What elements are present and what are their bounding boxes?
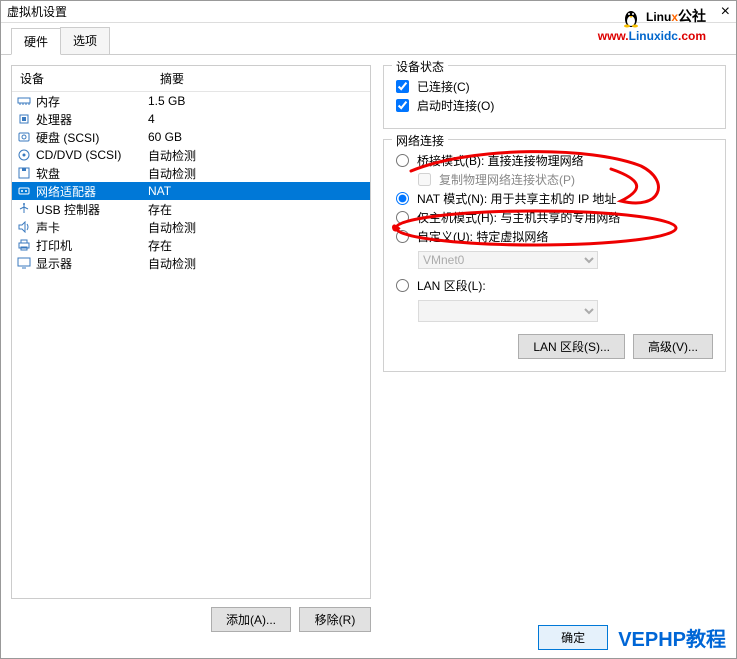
device-summary: 自动检测 [148,255,366,272]
floppy-icon [16,166,32,180]
penguin-icon [621,6,641,30]
usb-icon [16,202,32,216]
device-summary: NAT [148,184,366,198]
tab-hardware[interactable]: 硬件 [11,28,61,55]
sound-icon [16,220,32,234]
lan-radio[interactable] [396,279,409,292]
device-row[interactable]: 处理器 4 [12,110,370,128]
cpu-icon [16,112,32,126]
device-row[interactable]: CD/DVD (SCSI) 自动检测 [12,146,370,164]
device-summary: 存在 [148,237,366,254]
device-summary: 自动检测 [148,147,366,164]
connected-label: 已连接(C) [417,78,470,95]
tab-options[interactable]: 选项 [60,27,110,54]
device-name: 网络适配器 [36,183,96,200]
device-row[interactable]: 内存 1.5 GB [12,92,370,110]
add-button[interactable]: 添加(A)... [211,607,291,632]
col-device-header[interactable]: 设备 [12,66,152,91]
lan-segment-button[interactable]: LAN 区段(S)... [518,334,625,359]
custom-radio[interactable] [396,230,409,243]
vmnet-select: VMnet0 [418,251,598,269]
device-row[interactable]: 打印机 存在 [12,236,370,254]
device-summary: 存在 [148,201,366,218]
close-icon[interactable]: × [721,3,730,21]
connected-checkbox[interactable] [396,80,409,93]
network-title: 网络连接 [392,132,448,149]
device-row[interactable]: 硬盘 (SCSI) 60 GB [12,128,370,146]
replicate-label: 复制物理网络连接状态(P) [439,171,575,188]
device-row[interactable]: USB 控制器 存在 [12,200,370,218]
hostonly-radio[interactable] [396,211,409,224]
device-summary: 自动检测 [148,165,366,182]
device-row[interactable]: 网络适配器 NAT [12,182,370,200]
logo-watermark: Linux公社 www.Linuxidc.com [598,3,706,43]
device-name: CD/DVD (SCSI) [36,148,121,162]
device-name: 显示器 [36,255,72,272]
col-summary-header[interactable]: 摘要 [152,66,370,91]
list-header: 设备 摘要 [12,66,370,92]
cd-icon [16,148,32,162]
device-name: 打印机 [36,237,72,254]
device-summary: 自动检测 [148,219,366,236]
printer-icon [16,238,32,252]
lan-label: LAN 区段(L): [417,277,486,294]
advanced-button[interactable]: 高级(V)... [633,334,713,359]
device-name: 硬盘 (SCSI) [36,129,99,146]
device-row[interactable]: 声卡 自动检测 [12,218,370,236]
net-icon [16,184,32,198]
device-name: USB 控制器 [36,201,100,218]
nat-label: NAT 模式(N): 用于共享主机的 IP 地址 [417,190,616,207]
network-connection-group: 网络连接 桥接模式(B): 直接连接物理网络 复制物理网络连接状态(P) NAT… [383,139,726,372]
device-summary: 1.5 GB [148,94,366,108]
disk-icon [16,130,32,144]
window-title: 虚拟机设置 [7,3,67,20]
ok-button[interactable]: 确定 [538,625,608,650]
bridged-radio[interactable] [396,154,409,167]
device-name: 内存 [36,93,60,110]
connect-on-start-label: 启动时连接(O) [417,97,494,114]
memory-icon [16,94,32,108]
device-summary: 4 [148,112,366,126]
device-name: 软盘 [36,165,60,182]
display-icon [16,256,32,270]
hostonly-label: 仅主机模式(H): 与主机共享的专用网络 [417,209,620,226]
device-name: 处理器 [36,111,72,128]
device-summary: 60 GB [148,130,366,144]
device-name: 声卡 [36,219,60,236]
device-status-group: 设备状态 已连接(C) 启动时连接(O) [383,65,726,129]
custom-label: 自定义(U): 特定虚拟网络 [417,228,548,245]
bridged-label: 桥接模式(B): 直接连接物理网络 [417,152,584,169]
device-row[interactable]: 显示器 自动检测 [12,254,370,272]
nat-radio[interactable] [396,192,409,205]
device-list: 设备 摘要 内存 1.5 GB 处理器 4 硬盘 (SCSI) 60 GB CD… [11,65,371,599]
remove-button[interactable]: 移除(R) [299,607,371,632]
vephp-watermark: VEPHP教程 [618,623,726,652]
device-row[interactable]: 软盘 自动检测 [12,164,370,182]
device-status-title: 设备状态 [392,58,448,75]
connect-on-start-checkbox[interactable] [396,99,409,112]
replicate-checkbox [418,173,431,186]
lan-segment-select [418,300,598,322]
